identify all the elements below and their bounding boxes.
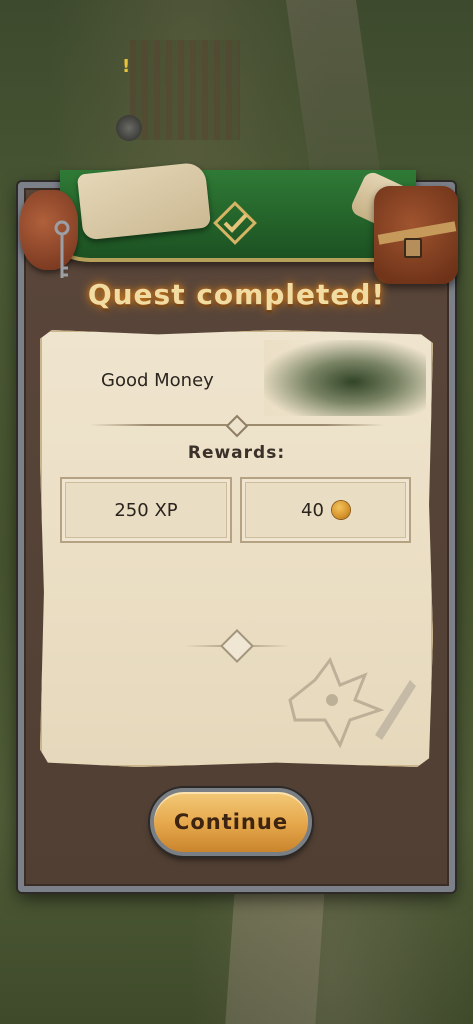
rewards-heading: Rewards: (187, 443, 286, 463)
quest-illustration (264, 340, 426, 416)
quest-name: Good Money (101, 370, 214, 391)
reward-coins: 40 (240, 477, 411, 543)
background-road-lower (225, 890, 325, 1024)
map-scroll-icon (76, 161, 212, 241)
reward-xp: 250 XP (60, 477, 232, 543)
npc-icon (116, 115, 142, 141)
continue-button[interactable]: Continue (150, 788, 312, 856)
quest-marker-icon: ! (122, 56, 131, 77)
dialog-title: Quest completed! (87, 278, 386, 311)
background-field (130, 40, 240, 140)
reward-xp-label: 250 XP (114, 499, 178, 521)
reward-coins-label: 40 (301, 499, 324, 521)
key-icon (54, 220, 70, 278)
wolf-medallion-icon (288, 656, 416, 749)
buckle-icon (404, 238, 422, 258)
coin-icon (331, 501, 350, 519)
check-emblem-icon (213, 201, 257, 245)
